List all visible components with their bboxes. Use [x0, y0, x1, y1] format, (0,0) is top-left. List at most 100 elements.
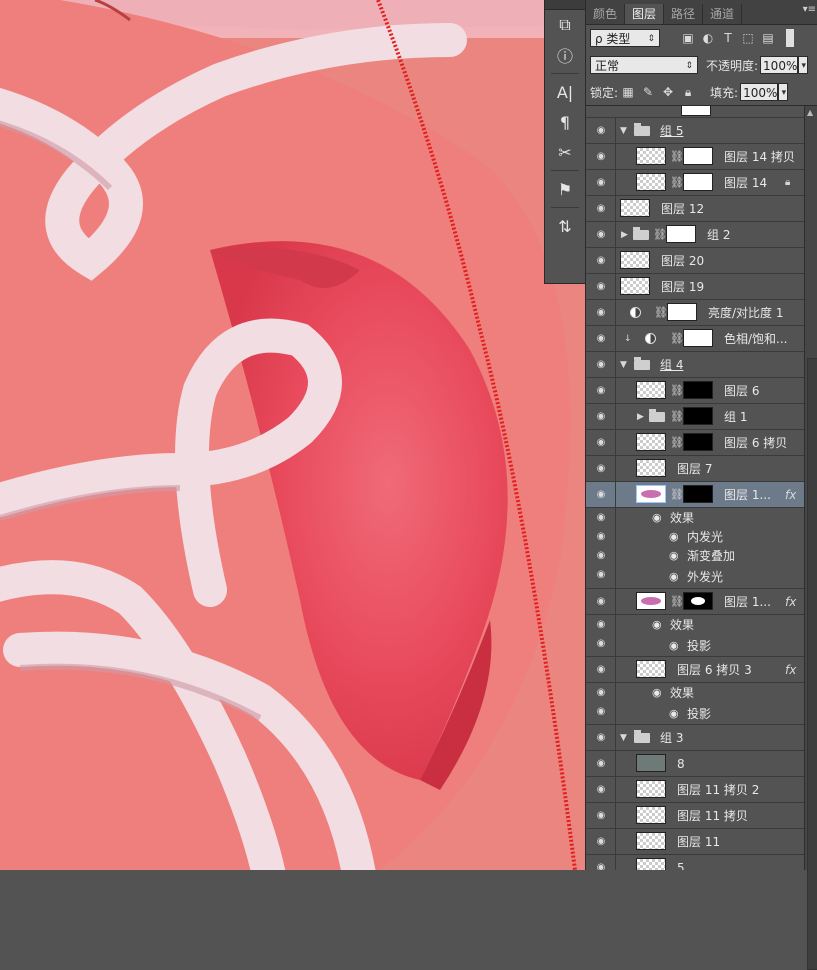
- eye-icon[interactable]: ◉: [594, 527, 608, 546]
- chevron-down-icon[interactable]: ▼: [620, 126, 627, 136]
- layer-row[interactable]: ◉ ⛓ 图层 6 拷贝: [586, 430, 804, 456]
- eye-icon[interactable]: ◉: [594, 196, 608, 221]
- blend-mode-select[interactable]: 正常 ⇕: [590, 56, 698, 74]
- eye-icon[interactable]: ◉: [594, 751, 608, 776]
- tab-paths[interactable]: 路径: [664, 4, 704, 24]
- layer-row-partial[interactable]: [586, 106, 804, 118]
- eye-icon[interactable]: ◉: [594, 248, 608, 273]
- eye-icon[interactable]: ◉: [594, 430, 608, 455]
- eye-icon[interactable]: ◉: [594, 829, 608, 854]
- tool-presets-icon[interactable]: ✂: [545, 137, 585, 167]
- link-icon[interactable]: ⛓: [654, 306, 668, 319]
- layer-row[interactable]: ◉ 5: [586, 855, 804, 870]
- eye-icon[interactable]: ◉: [594, 378, 608, 403]
- eye-icon[interactable]: ◉: [594, 274, 608, 299]
- chevron-right-icon[interactable]: ▶: [621, 230, 628, 240]
- link-icon[interactable]: ⛓: [670, 384, 684, 397]
- filter-adjustment-icon[interactable]: ◐: [698, 31, 718, 45]
- fx-icon[interactable]: fx: [785, 595, 796, 609]
- layer-row[interactable]: ◉ ⛓ 图层 1... fx: [586, 589, 804, 615]
- layer-row[interactable]: ◉ 8: [586, 751, 804, 777]
- lock-position-icon[interactable]: ✥: [658, 85, 678, 99]
- chevron-down-icon[interactable]: ▼: [620, 360, 627, 370]
- eye-icon[interactable]: ◉: [594, 546, 608, 565]
- tool-strip-grip[interactable]: [545, 0, 585, 10]
- filter-pixel-icon[interactable]: ▣: [678, 31, 698, 45]
- tab-color[interactable]: 颜色: [586, 4, 626, 24]
- chevron-right-icon[interactable]: ▶: [637, 412, 644, 422]
- link-icon[interactable]: ⛓: [670, 150, 684, 163]
- effect-row[interactable]: ◉ ◉ 外发光: [586, 565, 804, 589]
- eye-icon[interactable]: ◉: [594, 404, 608, 429]
- scroll-up-icon[interactable]: ▲: [807, 108, 813, 117]
- eye-icon[interactable]: ◉: [594, 683, 608, 702]
- link-icon[interactable]: ⛓: [670, 176, 684, 189]
- filter-toggle[interactable]: [786, 29, 794, 47]
- eye-icon[interactable]: ◉: [594, 615, 608, 634]
- fill-slider-button[interactable]: ▾: [778, 83, 789, 101]
- layer-filter-select[interactable]: ρ 类型 ⇕: [590, 29, 660, 47]
- eye-icon[interactable]: ◉: [594, 222, 608, 247]
- effects-row[interactable]: ◉ ◉ 效果: [586, 683, 804, 702]
- layer-row-group[interactable]: ◉ ▼ 组 4: [586, 352, 804, 378]
- layer-row[interactable]: ◉ ⛓ 图层 6: [586, 378, 804, 404]
- link-icon[interactable]: ⛓: [670, 488, 684, 501]
- opacity-input[interactable]: 100%: [760, 56, 799, 74]
- layer-row[interactable]: ◉ 图层 11 拷贝 2: [586, 777, 804, 803]
- character-icon[interactable]: A|: [545, 77, 585, 107]
- eye-icon[interactable]: ◉: [594, 702, 608, 721]
- effect-row[interactable]: ◉ ◉ 投影: [586, 702, 804, 725]
- eye-icon[interactable]: ◉: [594, 144, 608, 169]
- layer-row[interactable]: ◉ 图层 19: [586, 274, 804, 300]
- eye-icon[interactable]: ◉: [594, 855, 608, 870]
- layer-row[interactable]: ◉ ⛓ 图层 14 拷贝: [586, 144, 804, 170]
- panel-menu-icon[interactable]: ▾≡: [803, 4, 816, 15]
- layer-row-selected[interactable]: ◉ ⛓ 图层 1... fx: [586, 482, 804, 508]
- eye-icon[interactable]: ◉: [594, 657, 608, 682]
- filter-shape-icon[interactable]: ⬚: [738, 31, 758, 45]
- link-icon[interactable]: ⛓: [670, 410, 684, 423]
- fx-icon[interactable]: fx: [785, 663, 796, 677]
- eye-icon[interactable]: ◉: [594, 482, 608, 507]
- eye-icon[interactable]: ◉: [594, 326, 608, 351]
- eye-icon[interactable]: ◉: [594, 352, 608, 377]
- lock-transparent-icon[interactable]: ▦: [618, 85, 638, 99]
- scrollbar-thumb[interactable]: [807, 358, 817, 970]
- layer-row-adjustment[interactable]: ◉ ⛓ 亮度/对比度 1: [586, 300, 804, 326]
- lock-image-icon[interactable]: ✎: [638, 85, 658, 99]
- filter-smart-object-icon[interactable]: ▤: [758, 31, 778, 45]
- link-icon[interactable]: ⛓: [670, 436, 684, 449]
- layer-row[interactable]: ◉ 图层 7: [586, 456, 804, 482]
- tab-layers[interactable]: 图层: [625, 4, 665, 24]
- history-icon[interactable]: ⧉: [545, 10, 585, 40]
- layer-row[interactable]: ◉ 图层 20: [586, 248, 804, 274]
- layers-scrollbar[interactable]: ▲: [804, 106, 817, 970]
- tab-channels[interactable]: 通道: [703, 4, 743, 24]
- eye-icon[interactable]: ◉: [594, 725, 608, 750]
- layer-row[interactable]: ◉ ⛓ 图层 14 🔒︎: [586, 170, 804, 196]
- info-icon[interactable]: ⓘ: [545, 40, 585, 70]
- effect-row[interactable]: ◉ ◉ 内发光: [586, 527, 804, 546]
- layer-row[interactable]: ◉ 图层 11 拷贝: [586, 803, 804, 829]
- eye-icon[interactable]: ◉: [594, 300, 608, 325]
- paragraph-icon[interactable]: ¶: [545, 107, 585, 137]
- effect-row[interactable]: ◉ ◉ 渐变叠加: [586, 546, 804, 565]
- link-icon[interactable]: ⛓: [670, 595, 684, 608]
- effects-row[interactable]: ◉ ◉ 效果: [586, 508, 804, 527]
- eye-icon[interactable]: ◉: [594, 634, 608, 653]
- eye-icon[interactable]: ◉: [594, 565, 608, 584]
- eye-icon[interactable]: ◉: [594, 118, 608, 143]
- fx-icon[interactable]: fx: [785, 488, 796, 502]
- layer-row-adjustment[interactable]: ◉ ↓ ⛓ 色相/饱和...: [586, 326, 804, 352]
- eye-icon[interactable]: ◉: [594, 508, 608, 527]
- opacity-slider-button[interactable]: ▾: [798, 56, 809, 74]
- layer-row[interactable]: ◉ 图层 11: [586, 829, 804, 855]
- effects-row[interactable]: ◉ ◉ 效果: [586, 615, 804, 634]
- brush-presets-icon[interactable]: ⇅: [545, 211, 585, 241]
- layer-row-group[interactable]: ◉ ▶ ⛓ 组 1: [586, 404, 804, 430]
- layer-row-group[interactable]: ◉ ▼ 组 3: [586, 725, 804, 751]
- link-icon[interactable]: ⛓: [653, 228, 667, 241]
- layer-row-group[interactable]: ◉ ▶ ⛓ 组 2: [586, 222, 804, 248]
- layer-row[interactable]: ◉ 图层 12: [586, 196, 804, 222]
- document-canvas[interactable]: [0, 0, 585, 870]
